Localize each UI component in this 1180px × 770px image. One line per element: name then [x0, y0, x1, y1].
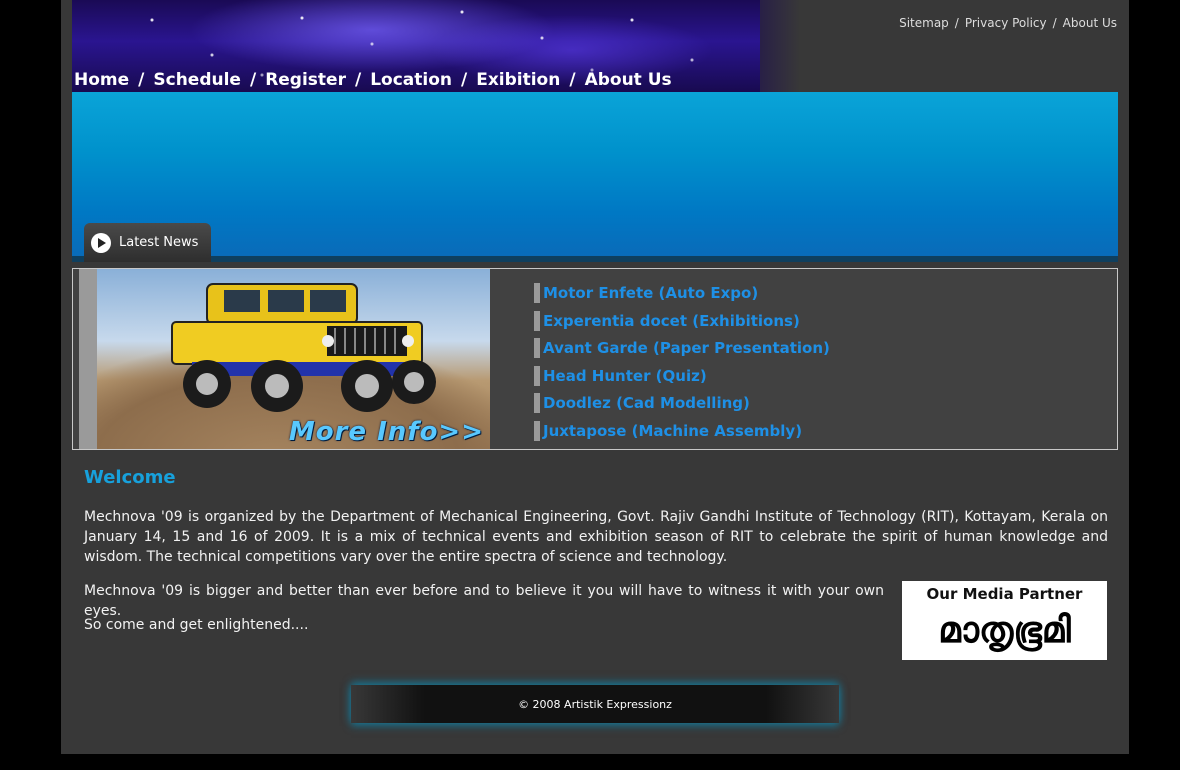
nav-exibition[interactable]: Exibition: [476, 70, 560, 90]
top-links: Sitemap / Privacy Policy / About Us: [899, 16, 1117, 30]
event-link-experentia-docet[interactable]: Experentia docet (Exhibitions): [543, 312, 800, 330]
nav-register[interactable]: Register: [265, 70, 346, 90]
event-link-juxtapose[interactable]: Juxtapose (Machine Assembly): [543, 422, 802, 440]
more-info-image[interactable]: More Info>>: [97, 269, 490, 449]
events-list: Motor Enfete (Auto Expo) Experentia doce…: [534, 283, 830, 449]
about-us-top-link[interactable]: About Us: [1063, 16, 1117, 30]
main-nav: Home / Schedule / Register / Location / …: [74, 69, 672, 91]
list-item: Experentia docet (Exhibitions): [534, 310, 830, 331]
event-link-head-hunter[interactable]: Head Hunter (Quiz): [543, 367, 707, 385]
nav-separator: /: [354, 70, 362, 90]
nav-about-us[interactable]: About Us: [585, 70, 672, 90]
footer: © 2008 Artistik Expressionz: [351, 685, 839, 723]
latest-news-tab[interactable]: Latest News: [84, 223, 211, 262]
more-info-label: More Info>>: [288, 417, 484, 447]
play-icon: [91, 232, 111, 253]
list-item: Doodlez (Cad Modelling): [534, 393, 830, 414]
mathrubhumi-logo: മാതൃഭൂമി: [938, 610, 1071, 651]
list-item: Avant Garde (Paper Presentation): [534, 338, 830, 359]
welcome-paragraph-1: Mechnova '09 is organized by the Departm…: [84, 509, 1108, 565]
hero-divider: [72, 256, 1118, 262]
hummer-truck-image: [171, 283, 436, 412]
list-item: Head Hunter (Quiz): [534, 365, 830, 386]
nav-separator: /: [138, 70, 145, 90]
photo-strip: [79, 269, 97, 449]
separator: /: [1052, 16, 1057, 30]
banner-fade: [760, 0, 800, 92]
nav-schedule[interactable]: Schedule: [153, 70, 241, 90]
page-container: Sitemap / Privacy Policy / About Us Home…: [61, 0, 1129, 754]
separator: /: [954, 16, 959, 30]
nav-separator: /: [569, 70, 576, 90]
list-item: Motor Enfete (Auto Expo): [534, 283, 830, 303]
welcome-heading: Welcome: [84, 467, 176, 488]
copyright-text: © 2008 Artistik Expressionz: [518, 697, 672, 711]
event-link-avant-garde[interactable]: Avant Garde (Paper Presentation): [543, 339, 830, 357]
privacy-policy-link[interactable]: Privacy Policy: [965, 16, 1047, 30]
nav-separator: /: [249, 70, 257, 90]
event-link-doodlez[interactable]: Doodlez (Cad Modelling): [543, 394, 750, 412]
media-partner-banner[interactable]: Our Media Partner മാതൃഭൂമി: [902, 581, 1107, 660]
media-partner-title: Our Media Partner: [926, 585, 1083, 603]
sitemap-link[interactable]: Sitemap: [899, 16, 949, 30]
news-box: More Info>> Motor Enfete (Auto Expo) Exp…: [72, 268, 1118, 450]
event-link-motor-enfete[interactable]: Motor Enfete (Auto Expo): [543, 284, 758, 302]
nav-home[interactable]: Home: [74, 70, 129, 90]
latest-news-label: Latest News: [119, 235, 199, 250]
nav-separator: /: [460, 70, 468, 90]
hero-panel: [72, 92, 1118, 260]
list-item: Juxtapose (Machine Assembly): [534, 420, 830, 441]
nav-location[interactable]: Location: [370, 70, 452, 90]
